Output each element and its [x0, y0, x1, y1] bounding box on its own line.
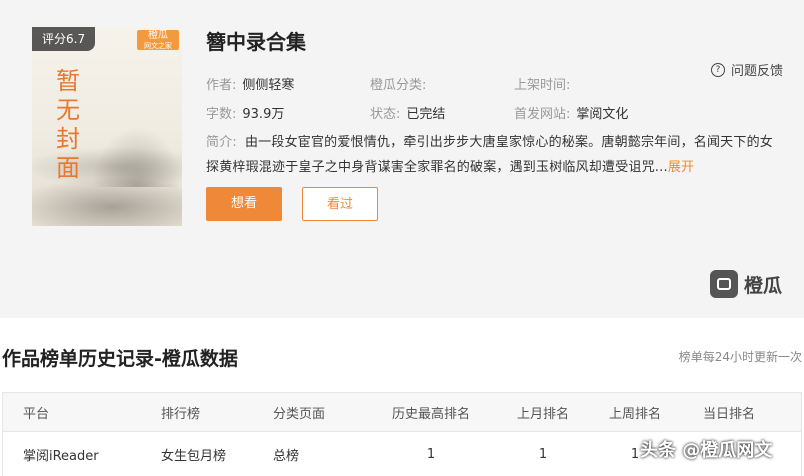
brand-name: 橙瓜 [744, 274, 783, 297]
status-field: 状态: 已完结 [370, 103, 445, 122]
best-rank-cell: 1 [426, 446, 436, 462]
column-header: 上月排名 [516, 406, 569, 422]
book-title: 簪中录合集 [206, 30, 306, 54]
author-field: 作者: 侧侧轻寒 [206, 74, 294, 93]
cover-placeholder-text: 暂无封面 [56, 67, 80, 182]
site-field: 首发网站: 掌阅文化 [514, 103, 628, 122]
author-label: 作者: [206, 78, 237, 93]
cover-logo-slogan: 网文之家 [144, 42, 172, 50]
release-label: 上架时间: [514, 78, 571, 93]
category-field: 橙瓜分类: [370, 74, 432, 93]
list-cell: 女生包月榜 [161, 448, 227, 464]
cover-mist [32, 177, 182, 226]
question-icon: ? [711, 62, 725, 77]
column-header: 当日排名 [702, 406, 755, 422]
rating-badge: 评分6.7 [32, 27, 96, 51]
intro-label: 简介: [206, 135, 237, 150]
words-field: 字数: 93.9万 [206, 103, 284, 122]
status-value: 已完结 [406, 107, 446, 122]
want-to-read-button[interactable]: 想看 [206, 187, 282, 221]
platform-cell: 掌阅iReader [23, 448, 99, 464]
site-label: 首发网站: [514, 107, 571, 122]
brand-logo: 橙瓜 [710, 270, 782, 298]
table-header: 平台 排行榜 分类页面 历史最高排名 上月排名 上周排名 当日排名 [3, 393, 801, 432]
words-label: 字数: [206, 107, 237, 122]
ranking-section-title: 作品榜单历史记录-橙瓜数据 [2, 348, 238, 370]
status-label: 状态: [370, 107, 401, 122]
category-label: 橙瓜分类: [370, 78, 427, 93]
words-value: 93.9万 [242, 107, 285, 122]
column-header: 排行榜 [161, 406, 201, 422]
expand-link[interactable]: 展开 [668, 160, 694, 175]
ranking-update-note: 榜单每24小时更新一次 [678, 350, 802, 364]
book-card: 暂无封面 评分6.7 橙瓜 网文之家 簪中录合集 ? 问题反馈 作者: 侧侧轻寒 … [0, 0, 804, 318]
brand-icon [710, 270, 738, 298]
book-cover[interactable]: 暂无封面 评分6.7 橙瓜 网文之家 [32, 27, 182, 226]
last-month-rank-cell: 1 [538, 446, 548, 462]
feedback-link[interactable]: ? 问题反馈 [711, 60, 783, 79]
column-header: 平台 [23, 406, 50, 422]
category-page-cell: 总榜 [273, 448, 300, 464]
cover-logo: 橙瓜 网文之家 [137, 30, 179, 50]
ranking-table: 平台 排行榜 分类页面 历史最高排名 上月排名 上周排名 当日排名 掌阅iRea… [2, 392, 802, 476]
column-header: 上周排名 [608, 406, 661, 422]
column-header: 分类页面 [273, 406, 326, 422]
have-read-button[interactable]: 看过 [302, 187, 378, 221]
watermark: 头条 @橙瓜网文 [640, 440, 773, 461]
site-value: 掌阅文化 [576, 107, 629, 122]
book-intro: 简介: 由一段女宦官的爱恨情仇，牵引出步步大唐皇家惊心的秘案。唐朝懿宗年间，名闻天… [206, 130, 778, 180]
column-header: 历史最高排名 [391, 406, 470, 422]
release-field: 上架时间: [514, 74, 576, 93]
cover-logo-name: 橙瓜 [148, 30, 168, 41]
feedback-label: 问题反馈 [731, 64, 784, 79]
author-value[interactable]: 侧侧轻寒 [242, 78, 294, 93]
